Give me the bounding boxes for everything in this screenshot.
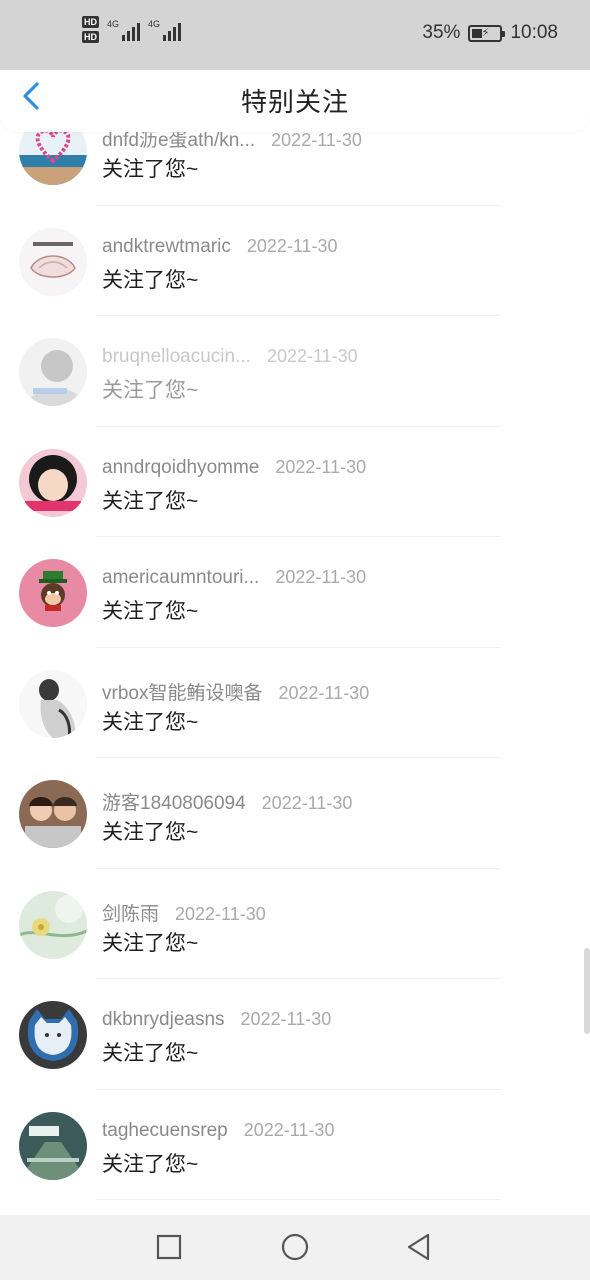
list-item[interactable]: anndrqoidhyomme 2022-11-30 关注了您~ — [0, 427, 590, 537]
username: americaumntouri... — [102, 567, 260, 588]
avatar — [19, 448, 87, 517]
system-back-button[interactable] — [404, 1232, 434, 1262]
username: vrbox智能鲔设噢备 — [102, 682, 263, 704]
message-text: 关注了您~ — [102, 710, 199, 734]
list-item[interactable]: 游客1840806094 2022-11-30 关注了您~ — [0, 758, 590, 869]
system-nav-bar — [0, 1215, 590, 1280]
battery-percent: 35% — [422, 22, 461, 43]
hd-badge-1: HD — [82, 16, 99, 28]
username: bruqnelloacucin... — [102, 346, 251, 367]
avatar — [19, 890, 87, 959]
username: taghecuensrep — [102, 1119, 228, 1141]
follow-date: 2022-11-30 — [261, 793, 353, 813]
avatar — [19, 227, 87, 296]
message-text: 关注了您~ — [102, 600, 199, 623]
follow-date: 2022-11-30 — [275, 567, 367, 587]
avatar — [19, 780, 87, 848]
network-type-1: 4G — [107, 18, 120, 29]
square-recents-icon — [156, 1234, 182, 1260]
list-item[interactable]: vrbox智能鲔设噢备 2022-11-30 关注了您~ — [0, 648, 590, 758]
triangle-back-icon — [407, 1233, 430, 1261]
signal-icon-2: 4G — [148, 18, 182, 41]
list-item[interactable]: taghecuensrep 2022-11-30 关注了您~ — [0, 1090, 590, 1200]
follow-date: 2022-11-30 — [275, 456, 367, 477]
follow-date: 2022-11-30 — [278, 682, 370, 703]
page-title: 特别关注 — [240, 87, 349, 117]
follow-date: 2022-11-30 — [175, 903, 266, 924]
list-item[interactable]: americaumntouri... 2022-11-30 关注了您~ — [0, 537, 590, 648]
avatar — [19, 1001, 87, 1069]
message-text: 关注了您~ — [102, 931, 199, 955]
avatar — [19, 559, 87, 627]
message-text: 关注了您~ — [102, 821, 199, 844]
follow-date: 2022-11-30 — [266, 346, 358, 366]
follower-list: dnfd沥e蛋ath/kn... 2022-11-30 关注了您~ andktr… — [0, 95, 590, 1200]
scrollbar[interactable] — [584, 948, 590, 1034]
clock: 10:08 — [510, 22, 558, 43]
message-text: 关注了您~ — [102, 489, 199, 513]
battery-icon: ⚡ — [468, 24, 506, 42]
circle-home-icon — [281, 1233, 309, 1261]
username: 剑陈雨 — [102, 903, 160, 925]
username: anndrqoidhyomme — [102, 456, 260, 478]
message-text: 关注了您~ — [102, 268, 199, 292]
list-item[interactable]: 剑陈雨 2022-11-30 关注了您~ — [0, 869, 590, 979]
home-button[interactable] — [280, 1232, 310, 1262]
username: dkbnrydjeasns — [102, 1009, 225, 1030]
username: 游客1840806094 — [102, 793, 246, 814]
follow-date: 2022-11-30 — [243, 1119, 335, 1140]
signal-area: HD HD 4G 4G — [82, 16, 182, 43]
status-bar: HD HD 4G 4G 35% ⚡ 10:08 — [0, 0, 590, 70]
list-item[interactable]: andktrewtmaric 2022-11-30 关注了您~ — [0, 206, 590, 316]
recents-button[interactable] — [154, 1232, 184, 1262]
avatar — [19, 1111, 87, 1180]
message-text: 关注了您~ — [102, 1042, 199, 1065]
message-text: 关注了您~ — [102, 158, 199, 181]
hd-badge-2: HD — [82, 31, 99, 43]
username: andktrewtmaric — [102, 235, 231, 257]
avatar — [19, 338, 87, 406]
follow-date: 2022-11-30 — [271, 130, 362, 150]
signal-icon-1: 4G — [107, 18, 141, 41]
network-type-2: 4G — [148, 18, 161, 29]
message-text: 关注了您~ — [102, 1152, 199, 1176]
message-text: 关注了您~ — [102, 379, 199, 402]
divider — [96, 1199, 500, 1200]
avatar — [19, 669, 87, 738]
follow-date: 2022-11-30 — [246, 235, 338, 256]
hd-indicators: HD HD — [82, 16, 99, 43]
list-item[interactable]: bruqnelloacucin... 2022-11-30 关注了您~ — [0, 316, 590, 427]
status-right: 35% ⚡ 10:08 — [422, 22, 558, 44]
list-item[interactable]: dkbnrydjeasns 2022-11-30 关注了您~ — [0, 979, 590, 1090]
follow-date: 2022-11-30 — [240, 1009, 332, 1029]
